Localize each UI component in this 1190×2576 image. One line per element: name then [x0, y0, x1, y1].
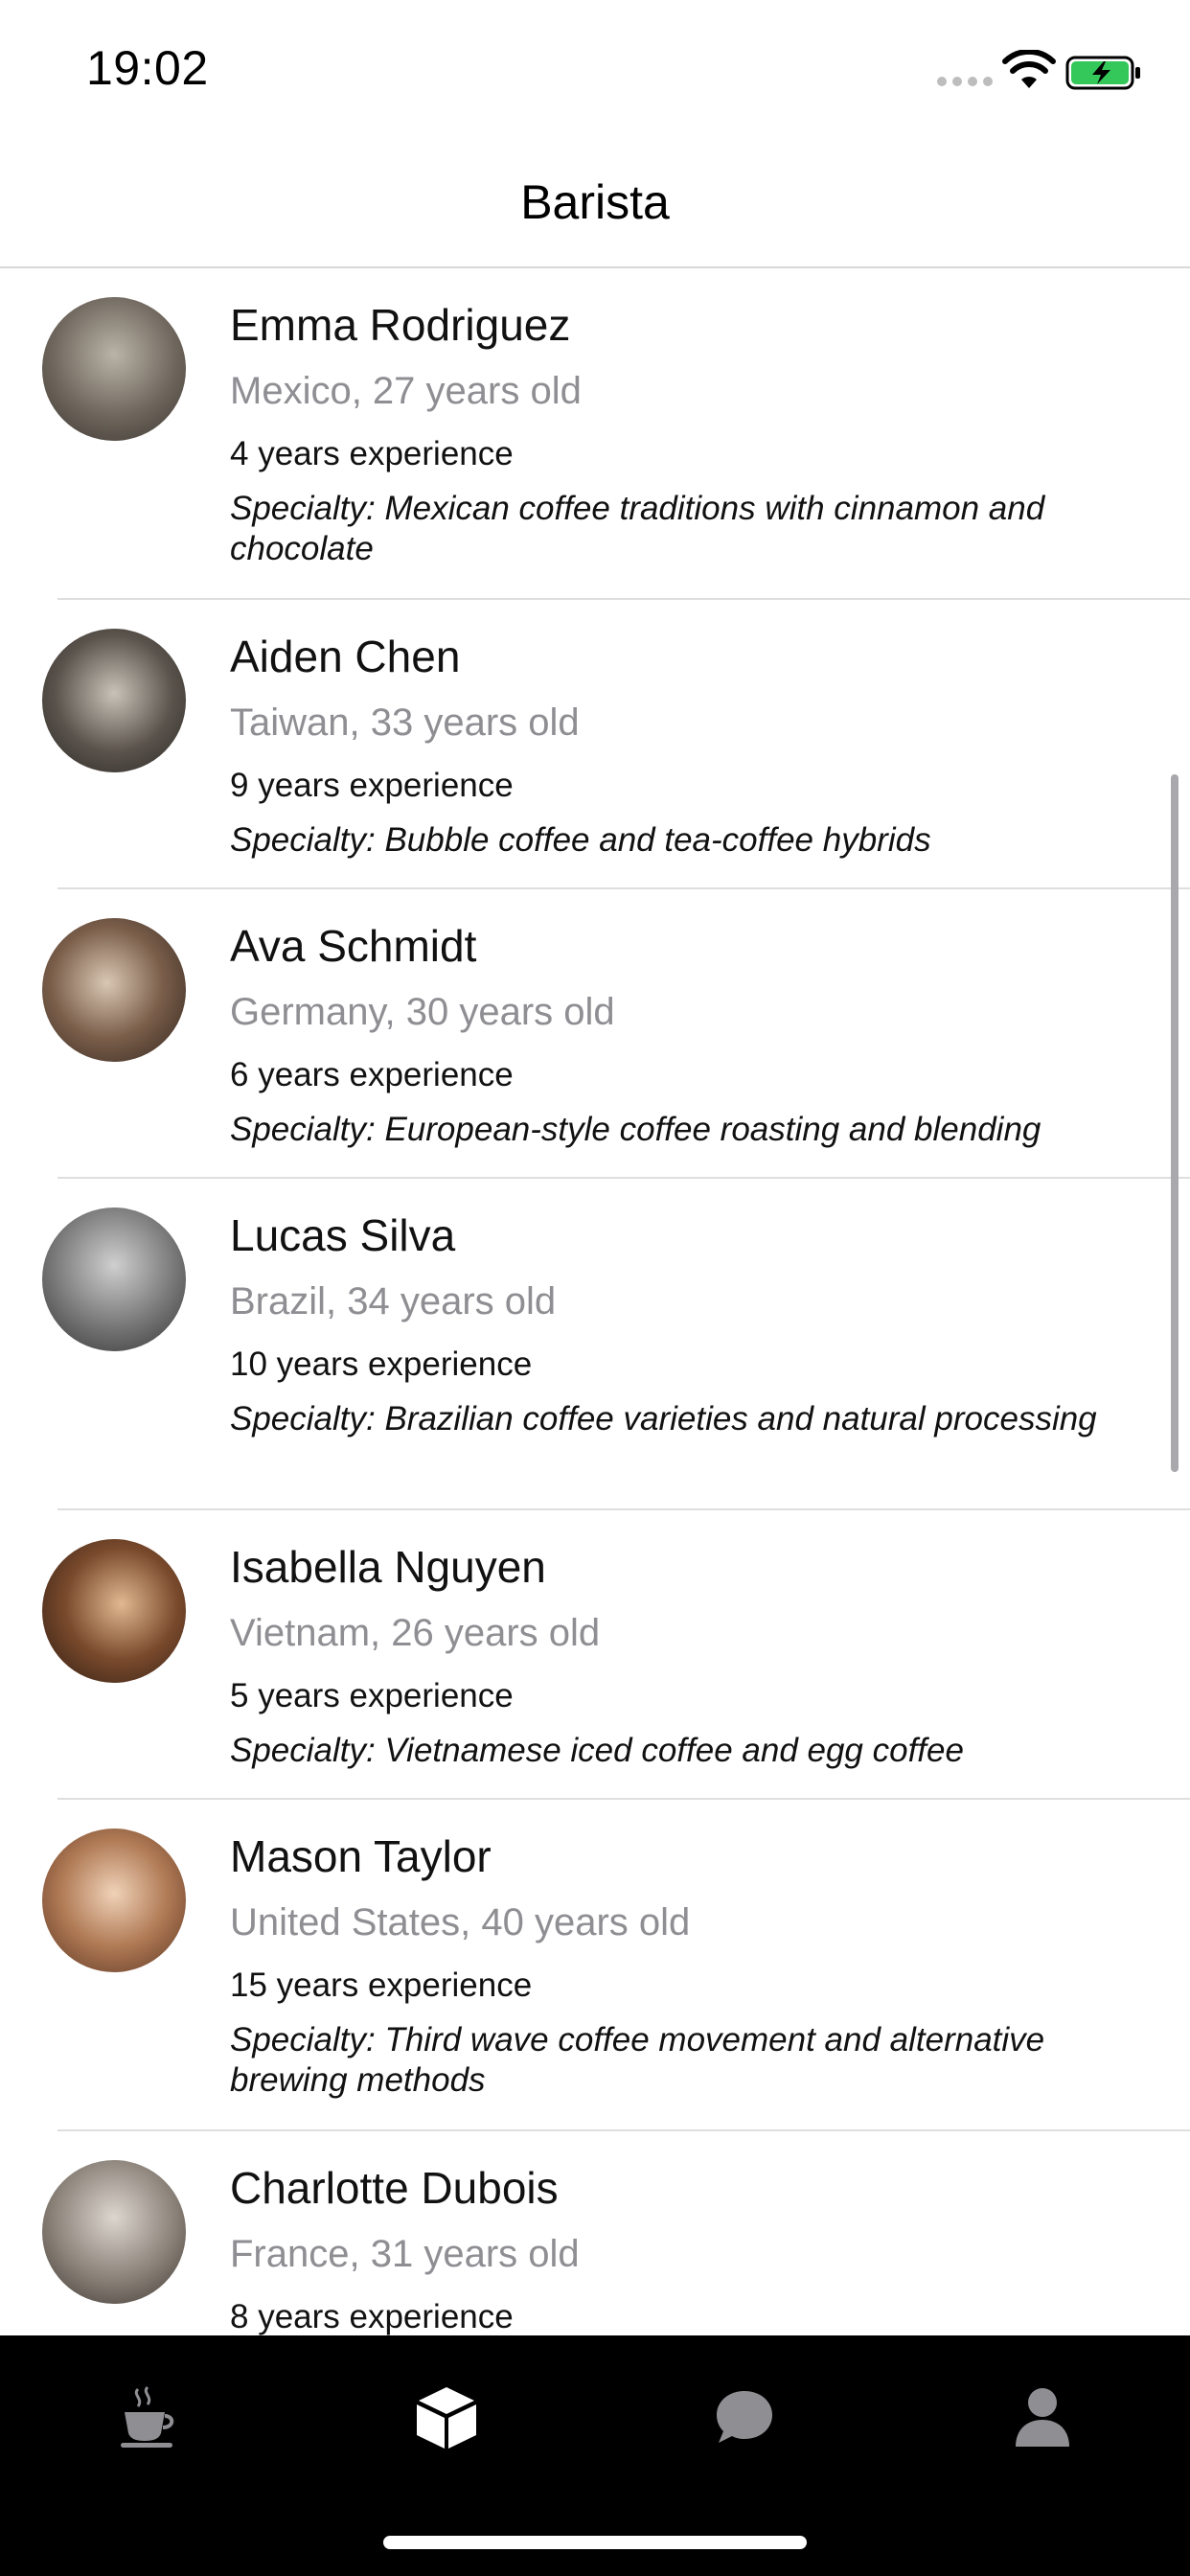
- barista-experience: 8 years experience: [230, 2298, 514, 2335]
- avatar: [42, 1539, 186, 1683]
- avatar: [42, 1208, 186, 1351]
- barista-specialty: Specialty: Mexican coffee traditions wit…: [230, 490, 1045, 567]
- barista-specialty: Specialty: Brazilian coffee varieties an…: [230, 1400, 1097, 1438]
- list-item[interactable]: Charlotte Dubois France, 31 years old 8 …: [0, 2131, 1190, 2335]
- barista-name: Ava Schmidt: [230, 921, 477, 971]
- navigation-header: Barista: [0, 134, 1190, 268]
- barista-experience: 15 years experience: [230, 1966, 533, 2004]
- barista-specialty: Specialty: Third wave coffee movement an…: [230, 2021, 1045, 2099]
- list-item[interactable]: Mason Taylor United States, 40 years old…: [0, 1800, 1190, 2131]
- barista-location-age: United States, 40 years old: [230, 1901, 691, 1944]
- barista-location-age: Vietnam, 26 years old: [230, 1612, 601, 1654]
- barista-name: Charlotte Dubois: [230, 2163, 559, 2213]
- battery-charging-icon: [1065, 56, 1140, 90]
- barista-name: Isabella Nguyen: [230, 1542, 546, 1592]
- wifi-icon: [1002, 50, 1056, 88]
- page-title: Barista: [520, 175, 670, 229]
- avatar: [42, 629, 186, 772]
- barista-specialty: Specialty: Bubble coffee and tea-coffee …: [230, 821, 931, 859]
- cellular-signal-icon: [937, 77, 993, 86]
- barista-location-age: France, 31 years old: [230, 2233, 580, 2275]
- barista-experience: 5 years experience: [230, 1677, 514, 1714]
- barista-location-age: Taiwan, 33 years old: [230, 702, 580, 744]
- tab-coffee[interactable]: [96, 2374, 201, 2460]
- barista-specialty: Specialty: Vietnamese iced coffee and eg…: [230, 1732, 964, 1769]
- scrollbar[interactable]: [1171, 774, 1179, 1472]
- coffee-cup-icon: [121, 2385, 174, 2448]
- barista-location-age: Germany, 30 years old: [230, 991, 615, 1033]
- avatar: [42, 2160, 186, 2304]
- barista-location-age: Brazil, 34 years old: [230, 1280, 557, 1322]
- list-item[interactable]: Ava Schmidt Germany, 30 years old 6 year…: [0, 889, 1190, 1179]
- barista-experience: 10 years experience: [230, 1346, 533, 1383]
- barista-experience: 4 years experience: [230, 435, 514, 472]
- barista-name: Emma Rodriguez: [230, 300, 571, 350]
- tab-profile[interactable]: [990, 2374, 1095, 2460]
- barista-name: Aiden Chen: [230, 632, 461, 681]
- barista-experience: 6 years experience: [230, 1056, 514, 1093]
- status-time: 19:02: [86, 41, 209, 95]
- list-item[interactable]: Isabella Nguyen Vietnam, 26 years old 5 …: [0, 1510, 1190, 1800]
- status-bar: 19:02: [0, 0, 1190, 134]
- avatar: [42, 1828, 186, 1972]
- barista-name: Mason Taylor: [230, 1831, 492, 1881]
- chat-bubble-icon: [717, 2391, 772, 2443]
- list-item[interactable]: Aiden Chen Taiwan, 33 years old 9 years …: [0, 600, 1190, 889]
- barista-name: Lucas Silva: [230, 1210, 456, 1260]
- list-item[interactable]: Lucas Silva Brazil, 34 years old 10 year…: [0, 1179, 1190, 1510]
- barista-location-age: Mexico, 27 years old: [230, 370, 582, 412]
- cube-icon: [417, 2387, 476, 2449]
- avatar: [42, 918, 186, 1062]
- home-indicator: [383, 2536, 807, 2549]
- tab-baristas[interactable]: [394, 2374, 499, 2460]
- tab-chat[interactable]: [692, 2374, 797, 2460]
- barista-specialty: Specialty: European-style coffee roastin…: [230, 1111, 1041, 1148]
- list-item[interactable]: Emma Rodriguez Mexico, 27 years old 4 ye…: [0, 268, 1190, 600]
- barista-list[interactable]: Emma Rodriguez Mexico, 27 years old 4 ye…: [0, 268, 1190, 2335]
- avatar: [42, 297, 186, 441]
- person-icon: [1016, 2388, 1069, 2447]
- barista-experience: 9 years experience: [230, 767, 514, 804]
